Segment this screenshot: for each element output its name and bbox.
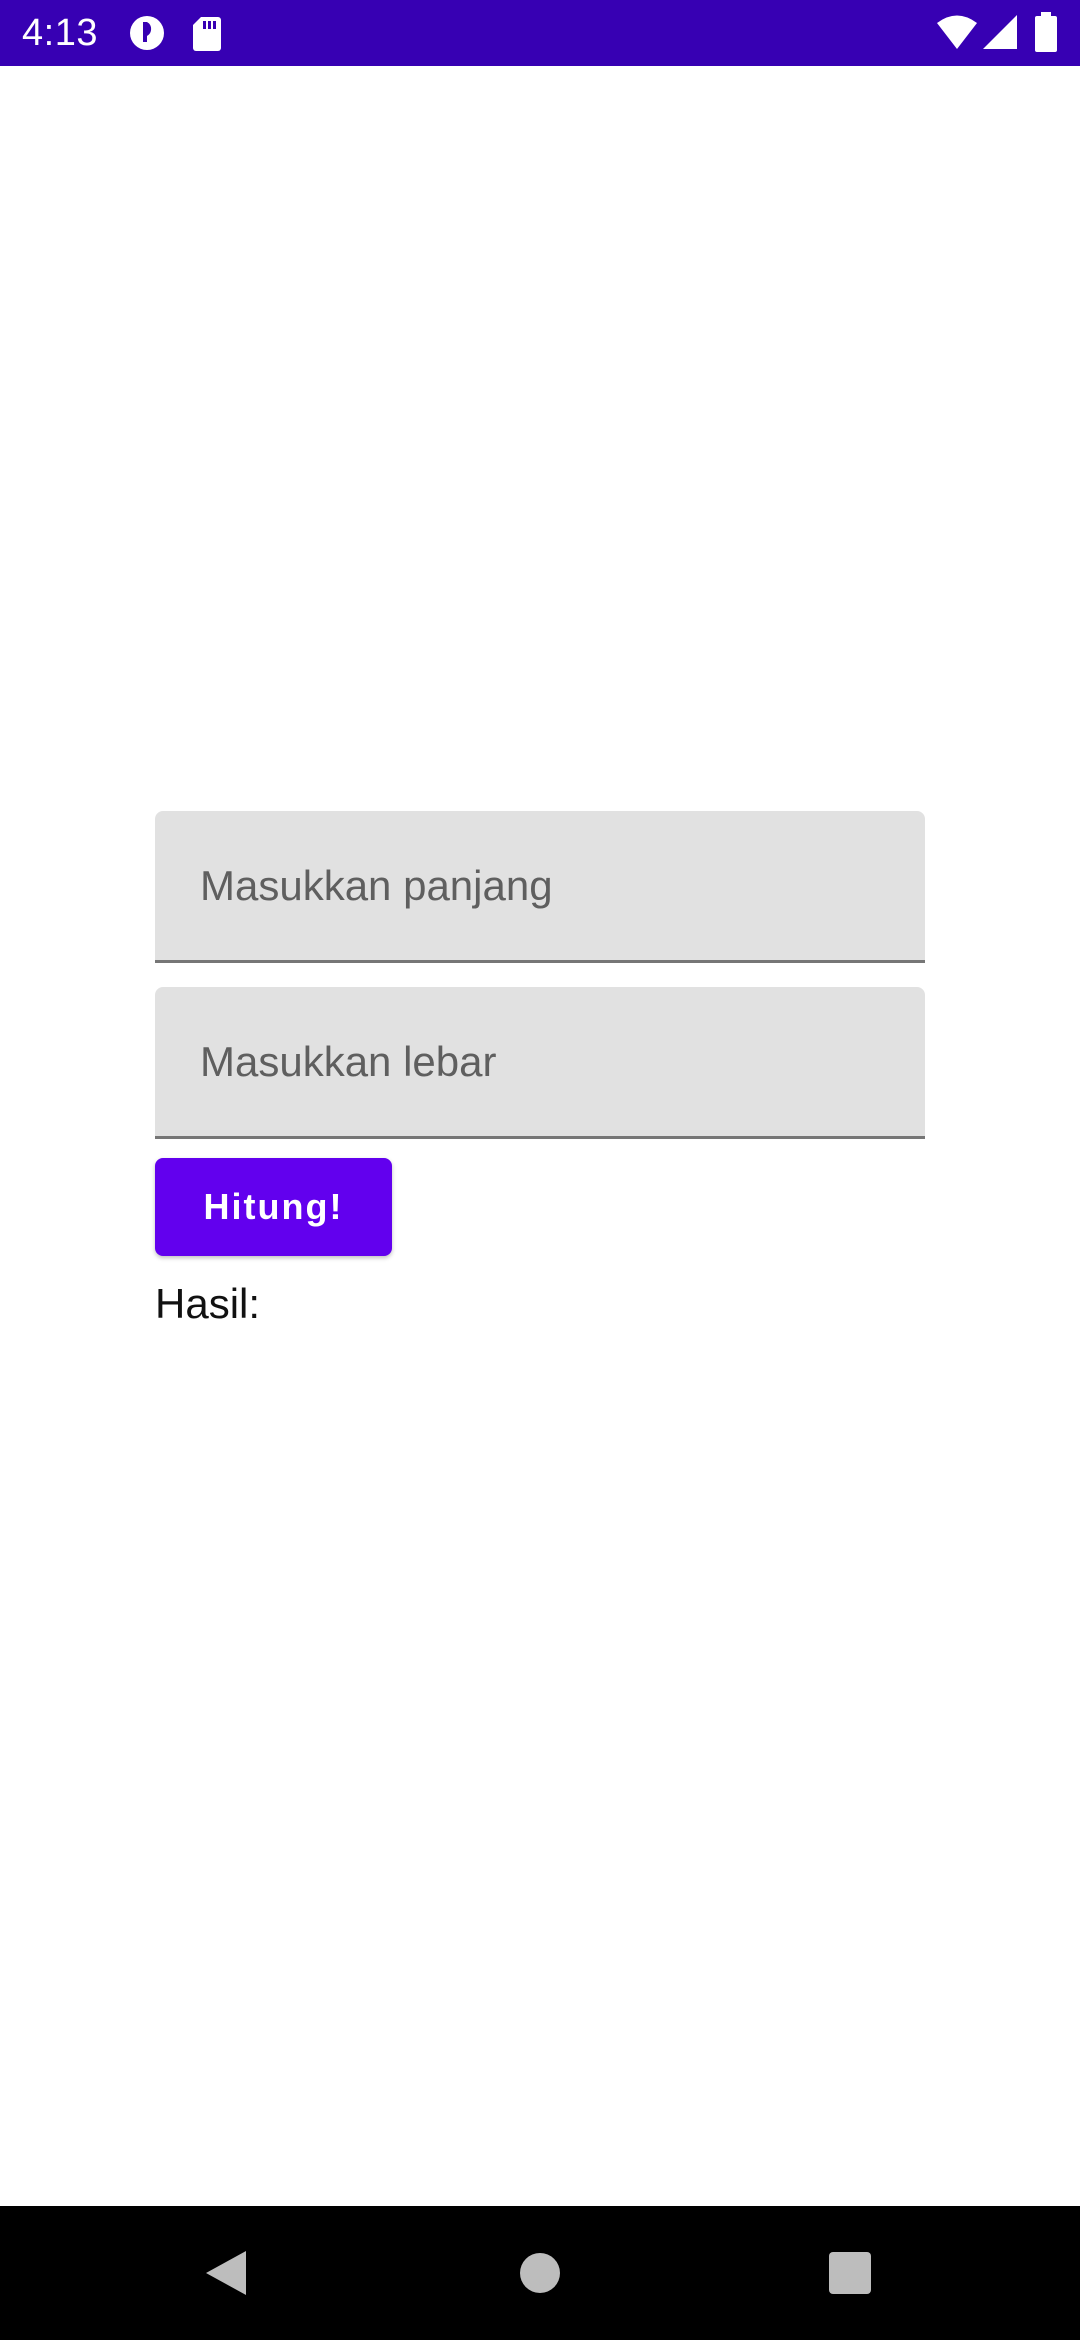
back-icon <box>206 2251 246 2295</box>
width-field[interactable] <box>155 987 925 1139</box>
nav-recents-button[interactable] <box>810 2233 890 2313</box>
width-input[interactable] <box>155 987 925 1136</box>
recents-icon <box>829 2252 871 2294</box>
length-input[interactable] <box>155 811 925 960</box>
result-label: Hasil: <box>155 1280 261 1327</box>
battery-icon <box>1035 12 1057 52</box>
sd-card-icon <box>193 17 221 51</box>
length-field[interactable] <box>155 811 925 963</box>
nav-home-button[interactable] <box>500 2233 580 2313</box>
status-bar: 4:13 <box>0 0 1080 66</box>
calculate-button[interactable]: Hitung! <box>155 1158 392 1256</box>
home-icon <box>520 2253 560 2293</box>
cell-signal-icon <box>983 15 1017 49</box>
media-icon <box>130 16 164 50</box>
navigation-bar <box>0 2206 1080 2340</box>
wifi-icon <box>937 15 977 49</box>
status-time: 4:13 <box>22 12 98 54</box>
nav-back-button[interactable] <box>186 2233 266 2313</box>
